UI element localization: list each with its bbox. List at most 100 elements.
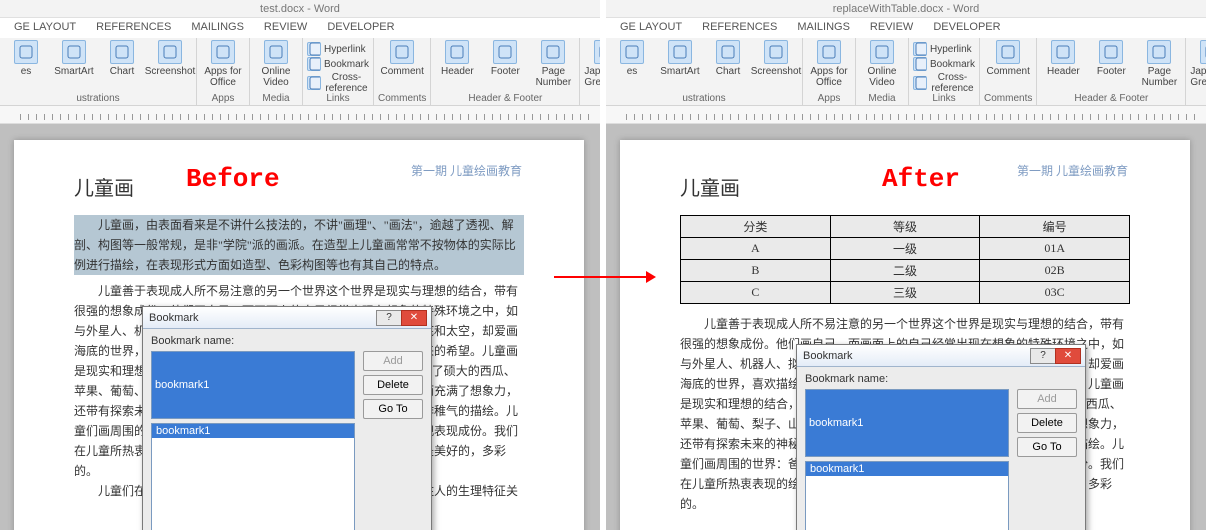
bookmark-dialog[interactable]: Bookmark ? ✕ Bookmark name: Add Delete G… [796, 344, 1086, 530]
ribbon-btn[interactable]: Header [435, 40, 479, 77]
ribbon: esSmartArtChartScreenshotustrationsApps … [0, 38, 600, 106]
tab-mailings[interactable]: MAILINGS [181, 18, 254, 38]
bookmark-name-input[interactable] [805, 389, 1009, 457]
shape-icon [620, 40, 644, 64]
ribbon-btn[interactable]: Footer [1089, 40, 1133, 77]
bookmark-list[interactable]: bookmark1 [805, 461, 1009, 530]
goto-button[interactable]: Go To [1017, 437, 1077, 457]
video-icon [870, 40, 894, 64]
table-cell[interactable]: 二级 [830, 260, 980, 282]
ribbon-tabs: GE LAYOUT REFERENCES MAILINGS REVIEW DEV… [606, 18, 1206, 38]
tab-references[interactable]: REFERENCES [86, 18, 181, 38]
table-cell[interactable]: 编号 [980, 216, 1130, 238]
link-icon [913, 76, 927, 90]
page-icon [1051, 40, 1075, 64]
list-item[interactable]: bookmark1 [806, 462, 1008, 476]
ribbon-btn[interactable]: JapaneseGreetings [1190, 40, 1206, 88]
tab-pagelayout[interactable]: GE LAYOUT [4, 18, 86, 38]
ribbon-btn[interactable]: Apps forOffice [201, 40, 245, 88]
help-icon[interactable]: ? [376, 310, 402, 326]
ribbon-btn[interactable]: Chart [706, 40, 750, 77]
tab-references[interactable]: REFERENCES [692, 18, 787, 38]
tab-review[interactable]: REVIEW [860, 18, 923, 38]
goto-button[interactable]: Go To [363, 399, 423, 419]
table-cell[interactable]: C [681, 282, 831, 304]
ribbon: esSmartArtChartScreenshotustrationsApps … [606, 38, 1206, 106]
table-row: 分类 等级 编号 [681, 216, 1130, 238]
add-button[interactable]: Add [363, 351, 423, 371]
ribbon-group-media: OnlineVideoMedia [856, 38, 909, 105]
word-window-after: replaceWithTable.docx - Word GE LAYOUT R… [606, 0, 1206, 530]
ribbon-btn[interactable]: OnlineVideo [254, 40, 298, 88]
delete-button[interactable]: Delete [1017, 413, 1077, 433]
ribbon-btn[interactable]: es [610, 40, 654, 77]
dialog-title: Bookmark [803, 350, 853, 362]
bookmark-list[interactable]: bookmark1 [151, 423, 355, 530]
bookmark-name-label: Bookmark name: [151, 335, 423, 347]
ribbon-btn[interactable]: Screenshot [148, 40, 192, 77]
ribbon-btn[interactable]: Bookmark [307, 57, 369, 71]
tab-pagelayout[interactable]: GE LAYOUT [610, 18, 692, 38]
delete-button[interactable]: Delete [363, 375, 423, 395]
table-cell[interactable]: 03C [980, 282, 1130, 304]
page-icon [541, 40, 565, 64]
ribbon-group-comments: CommentComments [374, 38, 431, 105]
ribbon-group-text: JapaneseGreetingsTextBoxQuick ParWordArt… [580, 38, 600, 105]
link-icon [913, 42, 927, 56]
annotation-after: After [882, 164, 960, 194]
ribbon-btn[interactable]: Header [1041, 40, 1085, 77]
close-icon[interactable]: ✕ [401, 310, 427, 326]
ribbon-btn[interactable]: OnlineVideo [860, 40, 904, 88]
ribbon-btn[interactable]: Comment [986, 40, 1030, 77]
table-cell[interactable]: 三级 [830, 282, 980, 304]
inserted-table[interactable]: 分类 等级 编号 A 一级 01A B 二级 02B C 三级 03C [680, 215, 1130, 304]
ribbon-btn[interactable]: PageNumber [1137, 40, 1181, 88]
bookmark-name-input[interactable] [151, 351, 355, 419]
arrow-annotation [554, 276, 654, 278]
ribbon-group-apps: Apps forOfficeApps [197, 38, 250, 105]
tab-review[interactable]: REVIEW [254, 18, 317, 38]
ribbon-btn[interactable]: Screenshot [754, 40, 798, 77]
table-cell[interactable]: B [681, 260, 831, 282]
ribbon-group-media: OnlineVideoMedia [250, 38, 303, 105]
table-cell[interactable]: A [681, 238, 831, 260]
ribbon-btn[interactable]: Comment [380, 40, 424, 77]
bookmark-dialog[interactable]: Bookmark ? ✕ Bookmark name: Add Delete G… [142, 306, 432, 530]
ribbon-btn[interactable]: Cross-reference [307, 72, 369, 94]
add-button[interactable]: Add [1017, 389, 1077, 409]
ribbon-btn[interactable]: Footer [483, 40, 527, 77]
comment-icon [390, 40, 414, 64]
ribbon-btn[interactable]: Hyperlink [307, 42, 369, 56]
table-cell[interactable]: 分类 [681, 216, 831, 238]
ribbon-btn[interactable]: SmartArt [52, 40, 96, 77]
ribbon-btn[interactable]: es [4, 40, 48, 77]
table-cell[interactable]: 一级 [830, 238, 980, 260]
ribbon-btn[interactable]: Cross-reference [913, 72, 975, 94]
selected-paragraph[interactable]: 儿童画，由表面看来是不讲什么技法的，不讲"画理"、"画法"，逾越了透视、解剖、构… [74, 215, 524, 275]
ribbon-btn[interactable]: PageNumber [531, 40, 575, 88]
link-icon [307, 42, 321, 56]
table-cell[interactable]: 02B [980, 260, 1130, 282]
page-icon [1099, 40, 1123, 64]
list-item[interactable]: bookmark1 [152, 424, 354, 438]
ribbon-btn[interactable]: JapaneseGreetings [584, 40, 600, 88]
link-icon [913, 57, 927, 71]
text-icon [1200, 40, 1206, 64]
tab-developer[interactable]: DEVELOPER [317, 18, 404, 38]
table-cell[interactable]: 01A [980, 238, 1130, 260]
page-icon [493, 40, 517, 64]
ribbon-btn[interactable]: Hyperlink [913, 42, 975, 56]
page-header-right: 第一期 儿童绘画教育 [411, 162, 522, 179]
ribbon-group-comments: CommentComments [980, 38, 1037, 105]
help-icon[interactable]: ? [1030, 348, 1056, 364]
ribbon-btn[interactable]: Chart [100, 40, 144, 77]
ribbon-btn[interactable]: Bookmark [913, 57, 975, 71]
tab-mailings[interactable]: MAILINGS [787, 18, 860, 38]
table-row: A 一级 01A [681, 238, 1130, 260]
ribbon-btn[interactable]: SmartArt [658, 40, 702, 77]
tab-developer[interactable]: DEVELOPER [923, 18, 1010, 38]
table-row: B 二级 02B [681, 260, 1130, 282]
ribbon-btn[interactable]: Apps forOffice [807, 40, 851, 88]
table-cell[interactable]: 等级 [830, 216, 980, 238]
close-icon[interactable]: ✕ [1055, 348, 1081, 364]
